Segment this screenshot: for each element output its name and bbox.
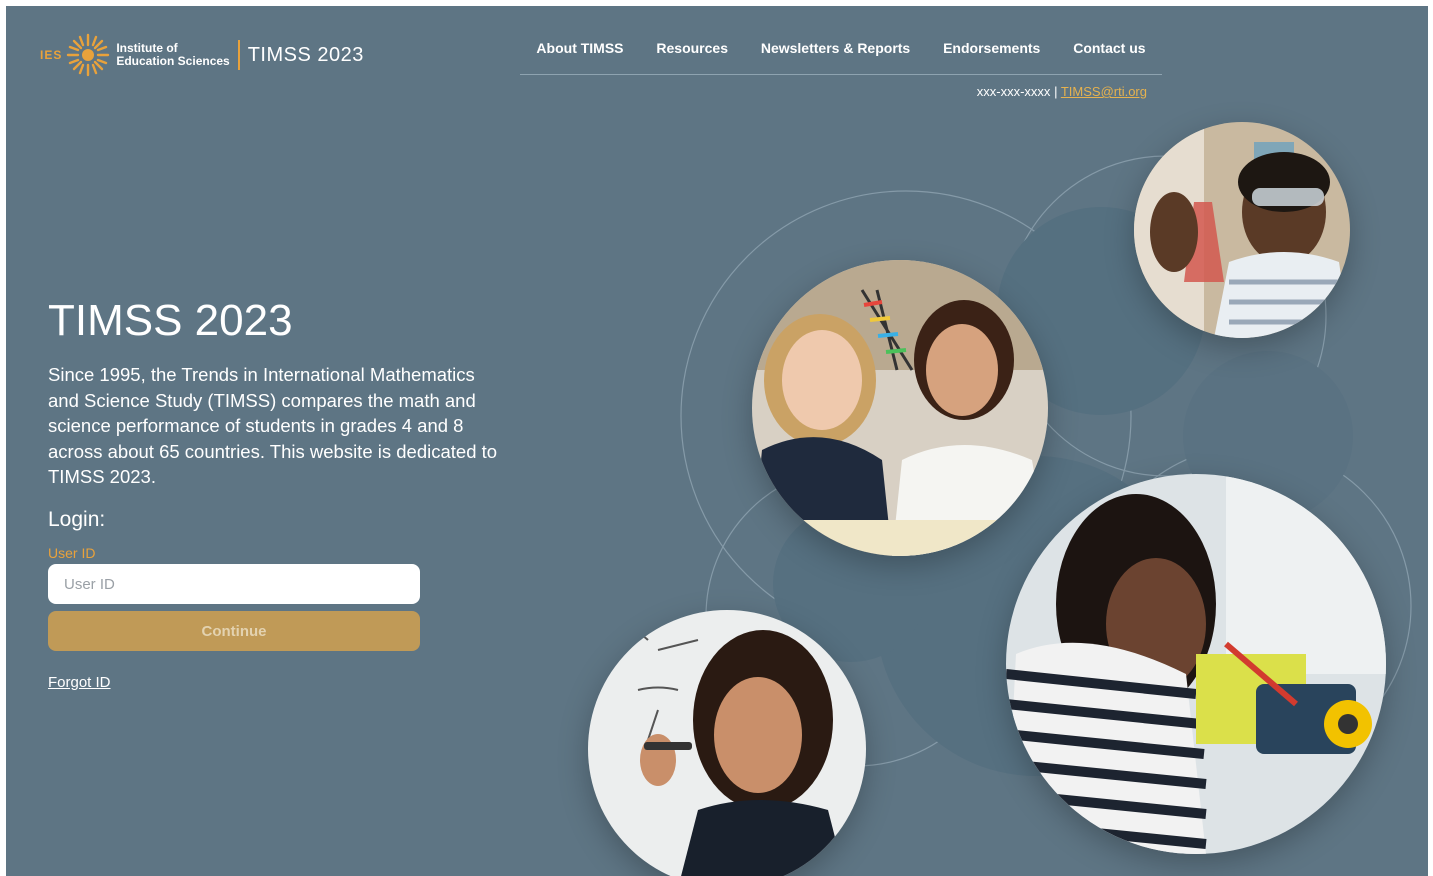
continue-button[interactable]: Continue xyxy=(48,611,420,651)
ies-abbrev: IES xyxy=(40,48,63,62)
nav-contact-us[interactable]: Contact us xyxy=(1073,40,1145,74)
page: IES Institute of Education Sciences TIMS… xyxy=(6,6,1428,876)
page-title: TIMSS 2023 xyxy=(48,296,293,345)
nav-about-timss[interactable]: About TIMSS xyxy=(536,40,623,74)
nav-newsletters-reports[interactable]: Newsletters & Reports xyxy=(761,40,910,74)
intro-description: Since 1995, the Trends in International … xyxy=(48,364,498,487)
userid-input[interactable] xyxy=(48,564,420,604)
contact-email-link[interactable]: TIMSS@rti.org xyxy=(1061,84,1147,99)
main-nav: About TIMSS Resources Newsletters & Repo… xyxy=(520,40,1162,75)
nav-resources[interactable]: Resources xyxy=(656,40,728,74)
forgot-id-link[interactable]: Forgot ID xyxy=(48,674,111,691)
logo-divider xyxy=(237,40,240,70)
userid-label: User ID xyxy=(48,545,96,561)
contact-separator: | xyxy=(1054,84,1058,99)
login-heading: Login: xyxy=(48,508,106,531)
nav-endorsements[interactable]: Endorsements xyxy=(943,40,1040,74)
brand-name: TIMSS 2023 xyxy=(247,43,364,66)
photo-students-dna-model xyxy=(752,260,1048,556)
institute-line2: Education Sciences xyxy=(116,54,230,68)
institute-name: Institute of Education Sciences xyxy=(116,42,229,68)
sunburst-logo-icon xyxy=(67,33,110,77)
photo-student-whiteboard xyxy=(588,610,866,876)
ies-logo[interactable]: IES Institute of Education Sciences TIMS… xyxy=(40,30,364,80)
photo-student-chemistry xyxy=(1134,122,1350,338)
contact-phone: xxx-xxx-xxxx xyxy=(976,84,1051,99)
photo-student-robotics xyxy=(1006,474,1386,854)
contact-line: xxx-xxx-xxxx | TIMSS@rti.org xyxy=(977,84,1147,99)
